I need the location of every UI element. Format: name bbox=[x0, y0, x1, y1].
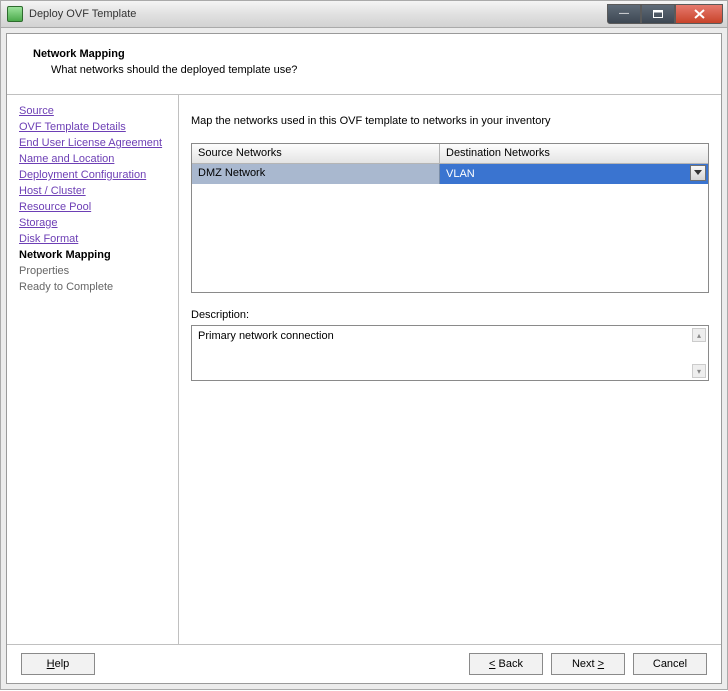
step-ovf-details[interactable]: OVF Template Details bbox=[19, 119, 178, 135]
cancel-button[interactable]: Cancel bbox=[633, 653, 707, 675]
scroll-down-button[interactable]: ▾ bbox=[692, 364, 706, 378]
destination-network-value: VLAN bbox=[446, 168, 475, 180]
step-host-cluster[interactable]: Host / Cluster bbox=[19, 183, 178, 199]
page-subtitle: What networks should the deployed templa… bbox=[33, 60, 703, 76]
step-name-location[interactable]: Name and Location bbox=[19, 151, 178, 167]
wizard-main: Map the networks used in this OVF templa… bbox=[179, 95, 721, 644]
step-source[interactable]: Source bbox=[19, 103, 178, 119]
instruction-text: Map the networks used in this OVF templa… bbox=[191, 115, 709, 127]
step-properties: Properties bbox=[19, 263, 178, 279]
description-text: Primary network connection bbox=[198, 330, 334, 342]
table-header: Source Networks Destination Networks bbox=[192, 144, 708, 164]
destination-network-cell[interactable]: VLAN bbox=[440, 164, 708, 184]
titlebar: Deploy OVF Template — bbox=[0, 0, 728, 28]
column-destination-networks[interactable]: Destination Networks bbox=[440, 144, 708, 164]
scroll-up-button[interactable]: ▴ bbox=[692, 328, 706, 342]
page-title: Network Mapping bbox=[33, 48, 703, 60]
close-icon bbox=[694, 9, 705, 19]
window-controls: — bbox=[607, 4, 723, 24]
step-network-mapping: Network Mapping bbox=[19, 247, 178, 263]
next-button[interactable]: Next > bbox=[551, 653, 625, 675]
step-deployment-config[interactable]: Deployment Configuration bbox=[19, 167, 178, 183]
description-box: Primary network connection ▴ ▾ bbox=[191, 325, 709, 381]
wizard-body: Source OVF Template Details End User Lic… bbox=[7, 94, 721, 645]
source-network-cell: DMZ Network bbox=[192, 164, 440, 184]
step-eula[interactable]: End User License Agreement bbox=[19, 135, 178, 151]
dialog-outer: Network Mapping What networks should the… bbox=[0, 28, 728, 690]
column-source-networks[interactable]: Source Networks bbox=[192, 144, 440, 164]
step-disk-format[interactable]: Disk Format bbox=[19, 231, 178, 247]
wizard-steps: Source OVF Template Details End User Lic… bbox=[7, 95, 179, 644]
window-title: Deploy OVF Template bbox=[29, 8, 136, 20]
wizard-header: Network Mapping What networks should the… bbox=[7, 34, 721, 94]
app-icon bbox=[7, 6, 23, 22]
maximize-button[interactable] bbox=[641, 4, 675, 24]
back-button[interactable]: < Back bbox=[469, 653, 543, 675]
step-storage[interactable]: Storage bbox=[19, 215, 178, 231]
maximize-icon bbox=[653, 10, 663, 18]
step-ready: Ready to Complete bbox=[19, 279, 178, 295]
close-button[interactable] bbox=[675, 4, 723, 24]
wizard-footer: Help < Back Next > Cancel bbox=[7, 645, 721, 683]
step-resource-pool[interactable]: Resource Pool bbox=[19, 199, 178, 215]
minimize-button[interactable]: — bbox=[607, 4, 641, 24]
help-button[interactable]: Help bbox=[21, 653, 95, 675]
chevron-down-icon bbox=[694, 170, 702, 176]
dialog-inner: Network Mapping What networks should the… bbox=[6, 33, 722, 684]
description-label: Description: bbox=[191, 309, 709, 321]
network-mapping-table: Source Networks Destination Networks DMZ… bbox=[191, 143, 709, 293]
destination-dropdown-button[interactable] bbox=[690, 165, 706, 181]
table-row[interactable]: DMZ Network VLAN bbox=[192, 164, 708, 184]
